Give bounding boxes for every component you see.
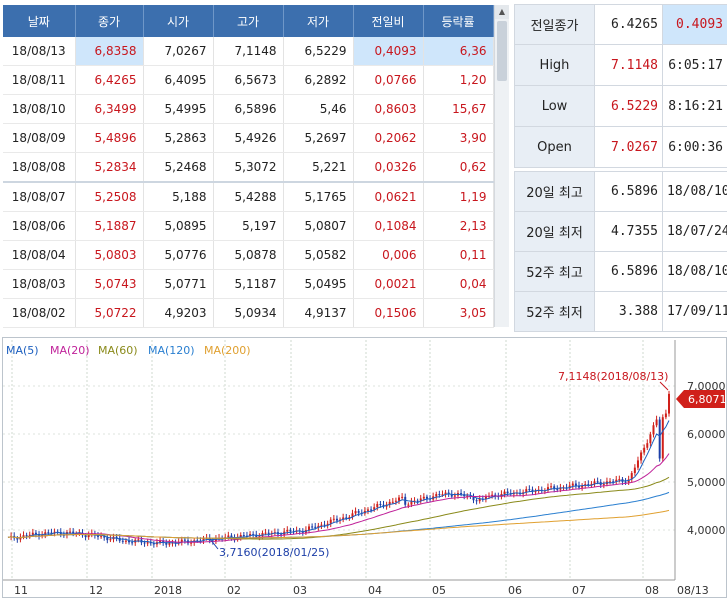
candle-body: [475, 500, 478, 502]
candle-body: [655, 419, 658, 426]
candle-body: [556, 488, 559, 490]
x-tick-label: 04: [368, 584, 382, 597]
x-tick-label: 02: [227, 584, 241, 597]
candle-body: [602, 484, 605, 486]
candle-body: [398, 497, 401, 501]
candle-body: [376, 504, 379, 508]
candle-body: [109, 539, 112, 541]
legend-item: MA(5): [6, 344, 39, 357]
candle-body: [25, 535, 28, 537]
candle-body: [640, 452, 643, 461]
candle-body: [267, 532, 270, 534]
candle-body: [242, 535, 245, 537]
candle-body: [391, 501, 394, 503]
candle-body: [460, 493, 463, 495]
candle-body: [124, 540, 127, 542]
x-tick-label: 05: [432, 584, 446, 597]
candle-body: [143, 542, 146, 544]
candle-body: [394, 500, 397, 502]
legend-item: MA(200): [204, 344, 251, 357]
candle-body: [528, 489, 531, 491]
price-chart-canvas: 7,00006,00005,00004,000011 12 2018 02 03 04 05…: [3, 340, 727, 597]
y-tick-label: 6,0000: [687, 428, 726, 441]
legend-item: MA(120): [148, 344, 195, 357]
x-tick-label: 12: [89, 584, 103, 597]
candle-body: [121, 540, 124, 542]
candle-body: [131, 542, 134, 544]
candle-body: [47, 532, 50, 534]
candle-body: [16, 538, 19, 540]
x-tick-label: 2018: [154, 584, 182, 597]
candle-body: [668, 393, 670, 414]
candle-body: [69, 531, 72, 533]
candle-body: [407, 504, 410, 506]
x-tick-label: 11: [14, 584, 28, 597]
candle-body: [646, 443, 649, 448]
legend-item: MA(60): [98, 344, 138, 357]
candle-body: [609, 481, 612, 483]
candle-body: [289, 529, 292, 532]
candle-body: [354, 511, 357, 514]
candle-body: [379, 504, 382, 506]
candle-body: [658, 419, 661, 459]
candle-body: [550, 486, 553, 488]
x-tick-label: 07: [572, 584, 586, 597]
candle-body: [335, 518, 338, 521]
candle-body: [401, 496, 404, 498]
candle-body: [137, 539, 140, 541]
candle-body: [410, 501, 413, 505]
x-tick-label: 08: [645, 584, 659, 597]
candle-body: [183, 539, 186, 541]
candle-body: [168, 543, 171, 545]
candle-body: [366, 509, 369, 511]
candle-body: [435, 494, 438, 497]
candle-body: [574, 483, 577, 486]
max-price-annotation: 7,1148(2018/08/13): [558, 370, 668, 383]
current-price-label: 6,8071: [688, 393, 727, 406]
candle-body: [332, 518, 335, 520]
candle-body: [264, 532, 267, 534]
candle-body: [664, 413, 667, 418]
candle-body: [100, 536, 103, 538]
candle-body: [649, 434, 652, 444]
candle-body: [571, 483, 574, 486]
candle-body: [633, 467, 636, 474]
min-price-annotation: 3,7160(2018/01/25): [219, 546, 329, 559]
candle-body: [618, 479, 621, 481]
y-tick-label: 5,0000: [687, 476, 726, 489]
moving-average-line: [7, 491, 670, 539]
candle-body: [643, 447, 646, 453]
max-price-pointer: [659, 381, 669, 391]
candle-body: [453, 495, 456, 497]
candle-body: [503, 491, 506, 495]
candle-body: [422, 496, 425, 499]
candle-body: [636, 460, 639, 468]
x-tick-label: 06: [508, 584, 522, 597]
candle-body: [425, 496, 428, 499]
y-tick-label: 4,0000: [687, 524, 726, 537]
candle-body: [87, 534, 90, 538]
candle-body: [370, 509, 373, 511]
candle-body: [661, 417, 664, 459]
candle-body: [84, 535, 87, 538]
candle-body: [357, 511, 360, 513]
candle-body: [416, 500, 419, 502]
legend-item: MA(20): [50, 344, 90, 357]
candle-body: [320, 524, 323, 526]
candle-body: [34, 532, 37, 535]
candle-body: [652, 425, 655, 435]
x-tick-label: 08/13: [677, 584, 709, 597]
candle-body: [227, 535, 230, 538]
candle-body: [314, 526, 317, 528]
candle-body: [624, 481, 627, 483]
x-tick-label: 03: [293, 584, 307, 597]
candle-body: [146, 542, 149, 544]
candle-body: [286, 529, 289, 532]
candle-body: [596, 481, 599, 483]
candle-body: [438, 494, 441, 496]
candle-body: [311, 526, 314, 528]
candle-body: [506, 491, 509, 494]
